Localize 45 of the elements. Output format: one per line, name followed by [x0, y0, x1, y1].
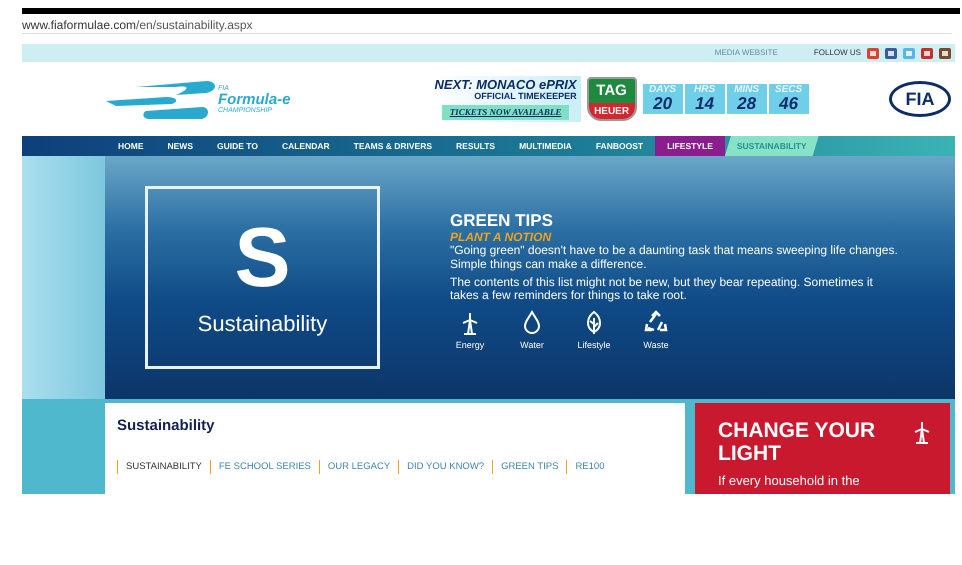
race-title: NEXT: MONACO ePRIX [434, 78, 577, 92]
section-title: Sustainability [117, 416, 216, 436]
nav-item[interactable]: GUIDE TO [205, 136, 270, 156]
nav-item[interactable]: TEAMS & DRIVERS [342, 136, 444, 156]
promo-text: If every household in the [718, 472, 861, 490]
nav-item[interactable]: LIFESTYLE [655, 136, 725, 156]
nav-item[interactable]: RESULTS [444, 136, 508, 156]
countdown-label: MINS [734, 84, 760, 95]
race-subtitle: OFFICIAL TIMEKEEPER [474, 92, 577, 102]
hero-heading: GREEN TIPS [450, 212, 554, 232]
category-label[interactable]: Lifestyle [577, 339, 611, 353]
subnav-link[interactable]: OUR LEGACY [318, 460, 398, 474]
subnav-link[interactable]: RE100 [566, 460, 612, 474]
subnav-link[interactable]: DID YOU KNOW? [398, 460, 492, 474]
countdown-value: 14 [695, 94, 714, 114]
url-text: www.fiaformulae.com/en/sustainability.aspx [22, 18, 253, 32]
countdown-value: 28 [737, 94, 756, 114]
nav-item[interactable]: MULTIMEDIA [507, 136, 584, 156]
category-label[interactable]: Energy [456, 339, 484, 353]
sponsor-text: HEUER [588, 103, 635, 119]
sponsor-text: TAG [588, 79, 635, 103]
category-label[interactable]: Water [520, 339, 544, 353]
category-label[interactable]: Waste [643, 339, 669, 353]
countdown-value: 20 [653, 94, 672, 114]
subnav-link[interactable]: SUSTAINABILITY [117, 460, 210, 474]
countdown-label: DAYS [649, 84, 676, 95]
hero-subheading: PLANT A NOTION [450, 231, 552, 244]
big-letter: S [234, 215, 291, 299]
countdown-label: SECS [774, 84, 802, 95]
nav-item[interactable]: NEWS [156, 136, 205, 156]
promo-title: CHANGE YOUR LIGHT [718, 419, 876, 466]
nav-item[interactable]: CALENDAR [270, 136, 342, 156]
subnav-link[interactable]: GREEN TIPS [492, 460, 566, 474]
fia-logo: FIA [889, 81, 951, 117]
countdown-value: 46 [779, 94, 798, 114]
frame-label: Sustainability [198, 310, 328, 338]
follow-label: FOLLOW US [814, 47, 861, 59]
nav-item[interactable]: HOME [106, 136, 156, 156]
subnav-link[interactable]: FE SCHOOL SERIES [210, 460, 319, 474]
hero-paragraph: "Going green" doesn't have to be a daunting task that means sweeping life changes. Simple things can make a difference. [450, 244, 899, 271]
hero-paragraph: The contents of this list might not be new, but they bear repeating. Sometimes it takes a few reminders for things to take root. [450, 276, 874, 302]
logo-text: Formula-e [218, 92, 291, 106]
countdown-label: HRS [694, 84, 716, 95]
nav-item[interactable]: FANBOOST [584, 136, 656, 156]
tickets-button[interactable]: TICKETS NOW AVAILABLE [442, 104, 570, 120]
